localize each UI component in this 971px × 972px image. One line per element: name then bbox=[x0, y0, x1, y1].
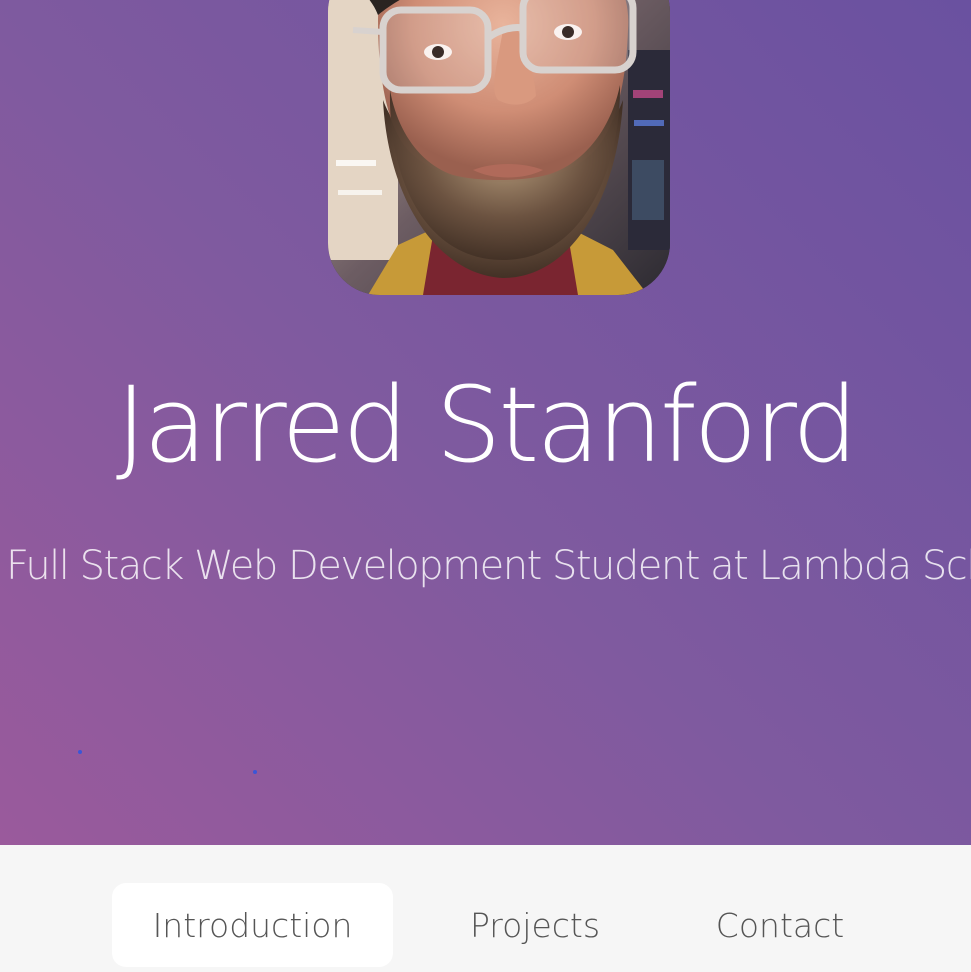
profile-tagline: Full Stack Web Development Student at La… bbox=[6, 543, 971, 589]
avatar-photo bbox=[328, 0, 670, 295]
profile-name: Jarred Stanford bbox=[115, 364, 858, 486]
avatar bbox=[328, 0, 670, 295]
tab-navigation: Introduction Projects Contact bbox=[0, 845, 971, 972]
particle-dot bbox=[253, 770, 257, 774]
tab-introduction[interactable]: Introduction bbox=[112, 883, 393, 967]
tab-contact[interactable]: Contact bbox=[680, 883, 880, 967]
particle-dot bbox=[78, 750, 82, 754]
hero-section: Jarred Stanford Full Stack Web Developme… bbox=[0, 0, 971, 845]
tab-projects[interactable]: Projects bbox=[440, 883, 630, 967]
